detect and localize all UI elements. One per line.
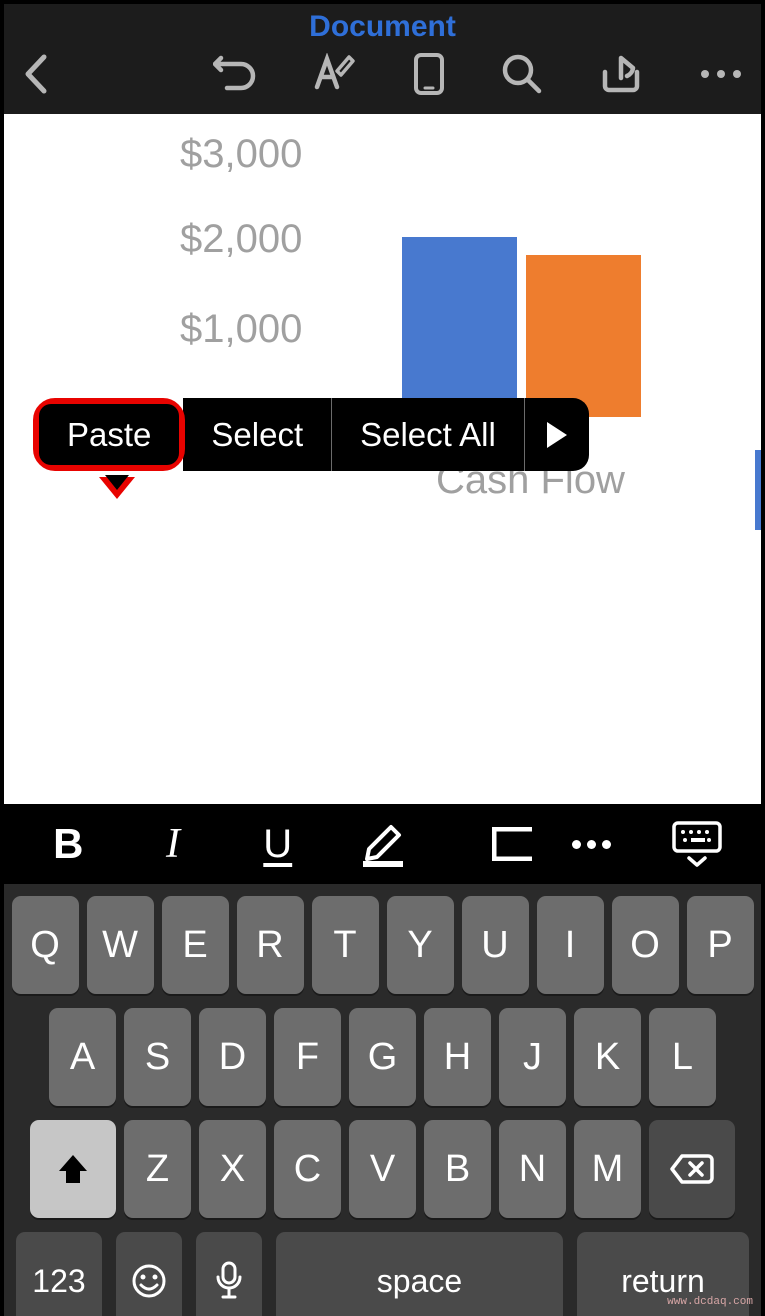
y-tick-3000: $3,000 [180,132,302,177]
context-menu-select-all[interactable]: Select All [332,398,525,471]
key-k[interactable]: K [574,1008,641,1106]
key-i[interactable]: I [537,896,604,994]
key-n[interactable]: N [499,1120,566,1218]
watermark: www.dcdaq.com [667,1296,753,1308]
key-r[interactable]: R [237,896,304,994]
toolbar [4,46,761,114]
box-icon [492,827,532,861]
highlight-button[interactable] [337,814,427,874]
context-menu-more[interactable] [525,398,589,471]
hide-keyboard-button[interactable] [652,814,742,874]
key-s[interactable]: S [124,1008,191,1106]
key-space[interactable]: space [276,1232,563,1316]
box-button[interactable] [442,814,532,874]
chart-edge-fragment [755,450,761,530]
underline-label: U [263,822,292,867]
context-menu-paste[interactable]: Paste [39,404,179,465]
bold-button[interactable]: B [23,814,113,874]
mobile-view-icon[interactable] [413,52,445,96]
key-b[interactable]: B [424,1120,491,1218]
key-t[interactable]: T [312,896,379,994]
key-d[interactable]: D [199,1008,266,1106]
keyboard-hide-icon [671,820,723,868]
undo-icon[interactable] [213,54,257,94]
document-canvas[interactable]: $3,000 $2,000 $1,000 Cash Flow Paste Sel… [4,114,761,804]
key-backspace[interactable] [649,1120,735,1218]
italic-label: I [166,820,180,868]
microphone-icon [214,1261,244,1301]
key-dictation[interactable] [196,1232,262,1316]
callout-arrow-icon [99,477,135,499]
keyboard-row-1: Q W E R T Y U I O P [10,896,755,994]
key-p[interactable]: P [687,896,754,994]
key-numbers[interactable]: 123 [16,1232,102,1316]
on-screen-keyboard: Q W E R T Y U I O P A S D F G H J K L Z … [4,884,761,1316]
search-icon[interactable] [501,53,543,95]
key-emoji[interactable] [116,1232,182,1316]
arrow-right-icon [547,422,567,448]
shift-icon [55,1151,91,1187]
keyboard-row-3: Z X C V B N M [10,1120,755,1218]
key-l[interactable]: L [649,1008,716,1106]
paste-highlight: Paste [33,398,185,471]
key-j[interactable]: J [499,1008,566,1106]
chart-bar-series-2[interactable] [526,255,641,417]
share-icon[interactable] [599,54,643,94]
y-tick-2000: $2,000 [180,217,302,262]
key-c[interactable]: C [274,1120,341,1218]
key-v[interactable]: V [349,1120,416,1218]
chart-bar-series-1[interactable] [402,237,517,417]
title-bar: Document [4,4,761,46]
dots-icon [572,840,611,849]
key-m[interactable]: M [574,1120,641,1218]
more-format-button[interactable] [547,814,637,874]
key-x[interactable]: X [199,1120,266,1218]
key-h[interactable]: H [424,1008,491,1106]
context-menu: Paste Select Select All [33,398,589,471]
key-f[interactable]: F [274,1008,341,1106]
more-icon[interactable] [699,68,743,80]
y-tick-1000: $1,000 [180,307,302,352]
key-g[interactable]: G [349,1008,416,1106]
app-header: Document [4,4,761,114]
key-y[interactable]: Y [387,896,454,994]
keyboard-row-4: 123 space return [10,1232,755,1316]
key-z[interactable]: Z [124,1120,191,1218]
underline-button[interactable]: U [233,814,323,874]
key-e[interactable]: E [162,896,229,994]
key-o[interactable]: O [612,896,679,994]
text-format-icon[interactable] [313,53,357,95]
document-title: Document [309,10,456,43]
key-q[interactable]: Q [12,896,79,994]
emoji-icon [131,1263,167,1299]
key-shift[interactable] [30,1120,116,1218]
backspace-icon [670,1152,714,1186]
keyboard-row-2: A S D F G H J K L [10,1008,755,1106]
key-u[interactable]: U [462,896,529,994]
format-bar: B I U [4,804,761,884]
key-w[interactable]: W [87,896,154,994]
italic-button[interactable]: I [128,814,218,874]
bold-label: B [53,820,83,868]
highlight-icon [357,821,407,867]
context-menu-select[interactable]: Select [183,398,332,471]
back-icon[interactable] [22,53,48,95]
key-a[interactable]: A [49,1008,116,1106]
